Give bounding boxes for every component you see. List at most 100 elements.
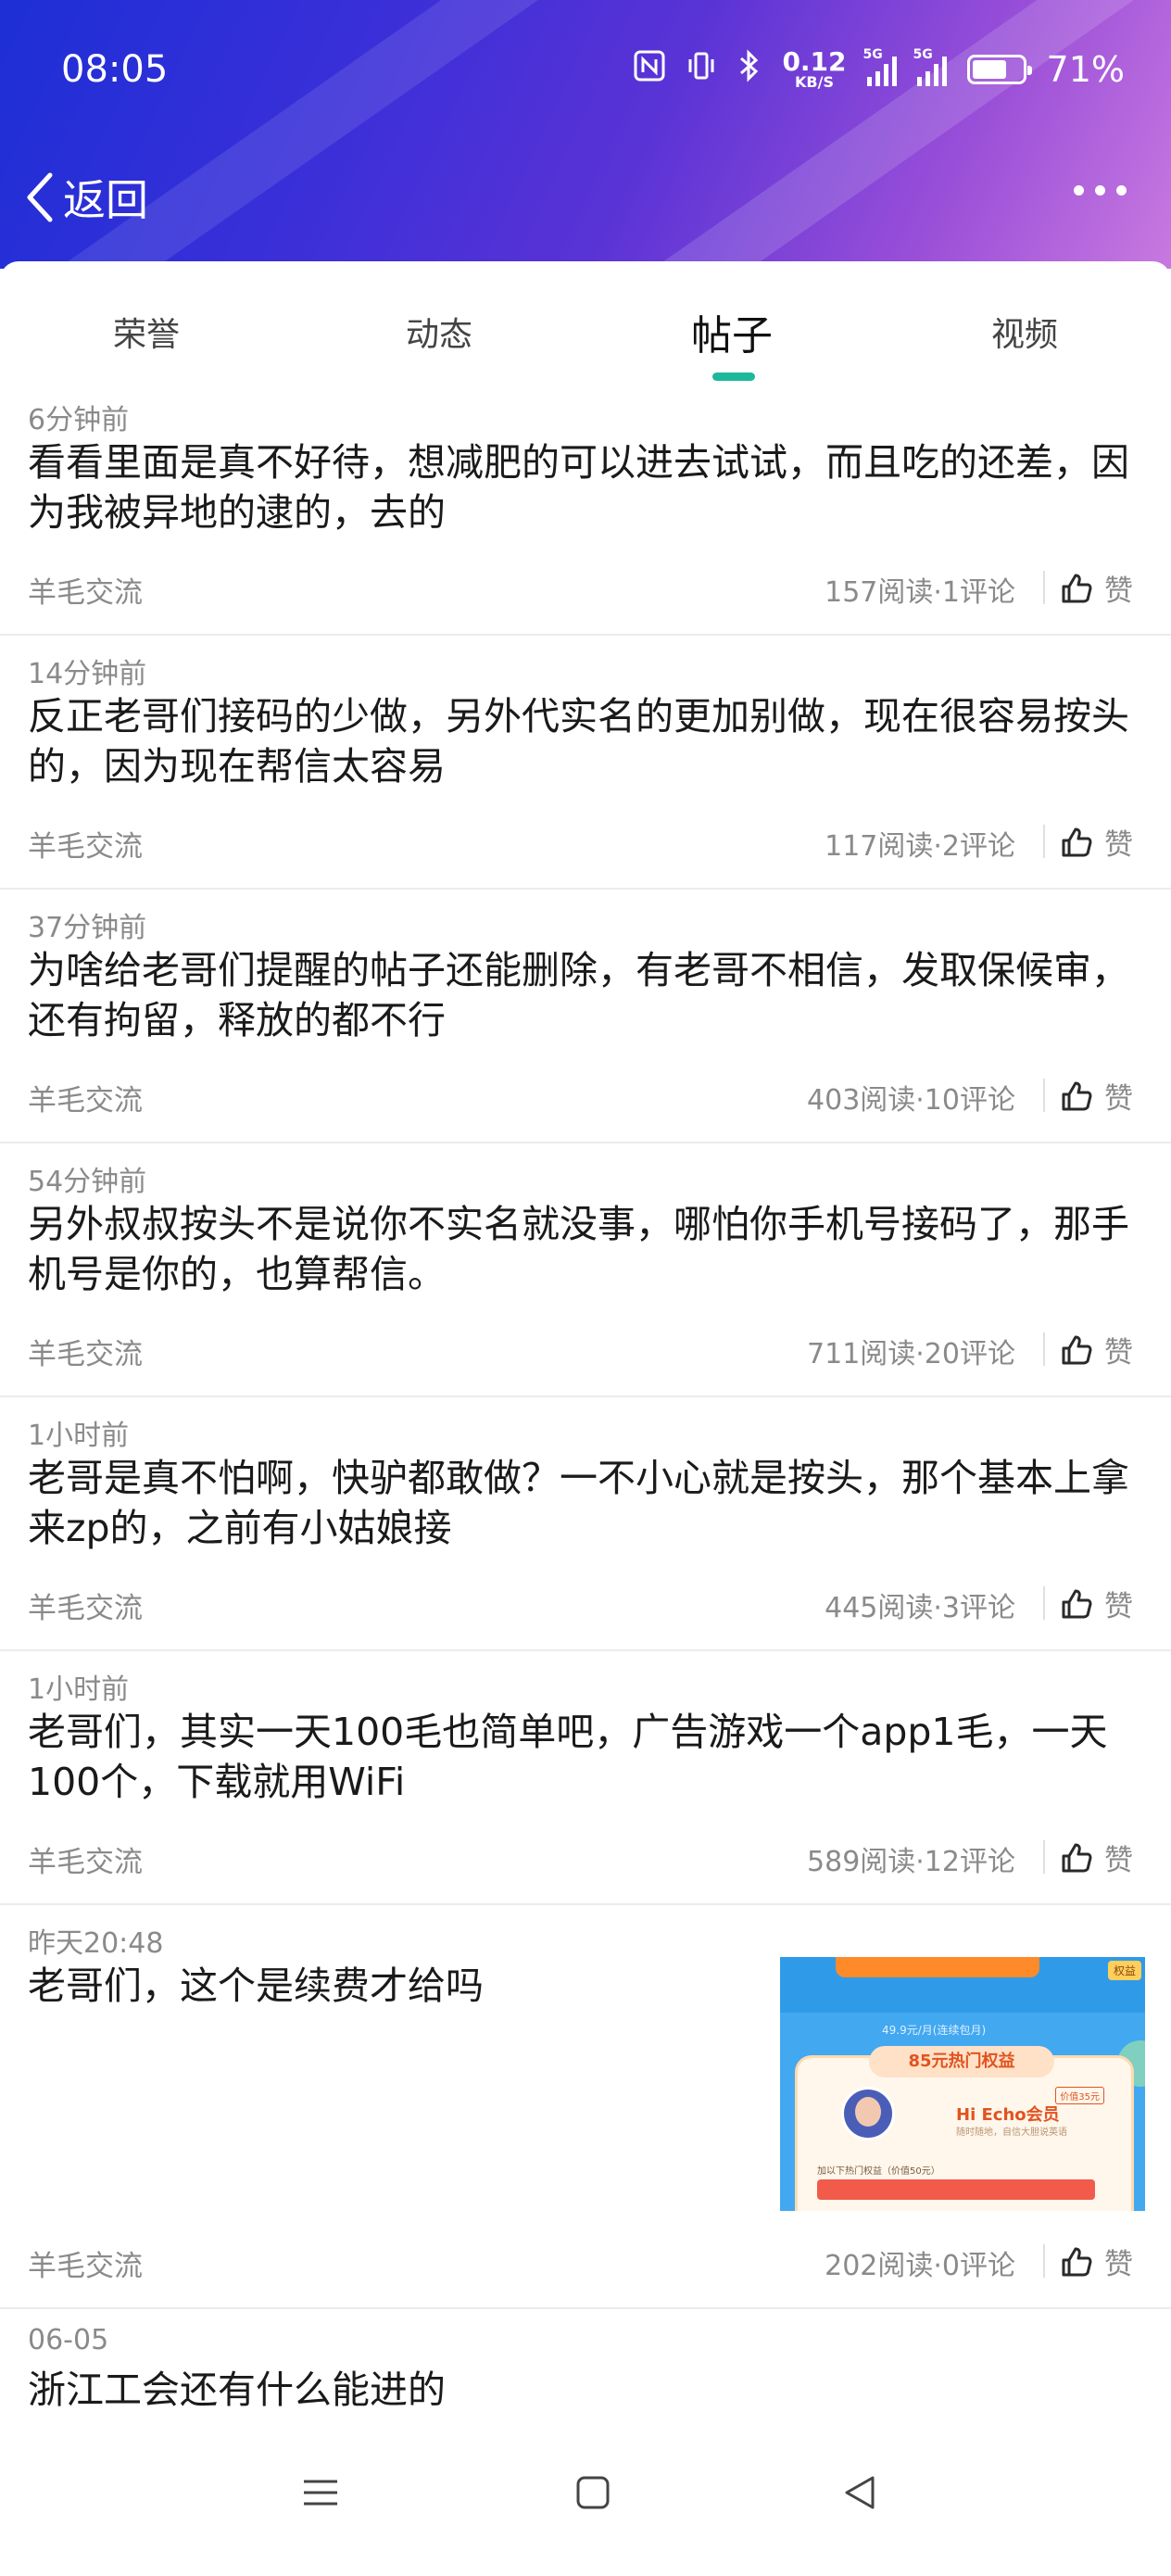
divider: [1043, 1586, 1045, 1620]
post-thumbnail[interactable]: 权益 49.9元/月(连续包月) 85元热门权益 Hi Echo会员 随时随地，…: [780, 1957, 1145, 2211]
post-category[interactable]: 羊毛交流: [28, 1077, 143, 1118]
tab-posts[interactable]: 帖子: [639, 302, 825, 361]
post-item[interactable]: 54分钟前 另外叔叔按头不是说你不实名就没事，哪怕你手机号接码了，那手机号是你的…: [0, 1143, 1171, 1397]
system-nav-bar: [0, 2446, 1171, 2539]
signal-icon: 5G: [863, 47, 897, 86]
back-label: 返回: [63, 175, 148, 225]
post-item[interactable]: 1小时前 老哥是真不怕啊，快驴都敢做？一不小心就是按头，那个基本上拿来zp的，之…: [0, 1397, 1171, 1651]
main-content: 荣誉 动态 帖子 视频 6分钟前 看看里面是真不好待，想减肥的可以进去试试，而且…: [0, 261, 1171, 2576]
like-button[interactable]: 赞: [1060, 567, 1133, 609]
thumb-line: 加以下热门权益（价值50元）: [817, 2166, 940, 2177]
post-title: 另外叔叔按头不是说你不实名就没事，哪怕你手机号接码了，那手机号是你的，也算帮信。: [28, 1202, 1129, 1296]
post-category[interactable]: 羊毛交流: [28, 2242, 143, 2284]
thumb-pill: 85元热门权益: [869, 2046, 1054, 2077]
home-button[interactable]: [574, 2474, 611, 2515]
back-triangle-icon: [845, 2476, 875, 2509]
battery-percent: 71%: [1046, 49, 1125, 90]
more-button[interactable]: [1074, 185, 1127, 196]
thumb-price: 49.9元/月(连续包月): [882, 2024, 987, 2037]
post-stats: 157阅读·1评论: [825, 576, 1015, 609]
net-speed: 0.12 KB/S: [782, 49, 846, 90]
post-category[interactable]: 羊毛交流: [28, 1585, 143, 1626]
like-label: 赞: [1104, 1590, 1133, 1623]
sim2-tag: 5G: [913, 47, 933, 62]
post-stats: 117阅读·2评论: [825, 830, 1015, 863]
like-button[interactable]: 赞: [1060, 821, 1133, 863]
tab-videos[interactable]: 视频: [932, 308, 1117, 356]
nav-row: 返回: [0, 158, 1171, 241]
post-title: 为啥给老哥们提醒的帖子还能删除，有老哥不相信，发取保候审，还有拘留，释放的都不行: [28, 948, 1129, 1042]
thumbs-up-icon: [1062, 1843, 1092, 1872]
home-icon: [576, 2476, 610, 2509]
thumb-card-sub: 随时随地，自信大胆说英语: [956, 2128, 1067, 2138]
post-time: 14分钟前: [28, 658, 147, 690]
post-stats: 202阅读·0评论: [825, 2250, 1015, 2282]
post-time: 37分钟前: [28, 912, 147, 944]
thumbs-up-icon: [1062, 1081, 1092, 1110]
chevron-left-icon: [27, 172, 53, 222]
like-label: 赞: [1104, 828, 1133, 862]
thumbs-up-icon: [1062, 574, 1092, 602]
thumb-card-title: Hi Echo会员: [956, 2105, 1060, 2125]
net-speed-value: 0.12: [782, 46, 847, 77]
more-dots-icon: [1116, 185, 1127, 196]
post-item[interactable]: 1小时前 老哥们，其实一天100毛也简单吧，广告游戏一个app1毛，一天100个…: [0, 1651, 1171, 1905]
divider: [1043, 1840, 1045, 1874]
like-button[interactable]: 赞: [1060, 1583, 1133, 1624]
post-category[interactable]: 羊毛交流: [28, 1838, 143, 1880]
more-dots-icon: [1095, 185, 1105, 196]
post-category[interactable]: 羊毛交流: [28, 1331, 143, 1372]
tab-activity[interactable]: 动态: [346, 308, 532, 356]
post-category[interactable]: 羊毛交流: [28, 569, 143, 611]
menu-icon: [304, 2480, 337, 2506]
battery-icon: [966, 55, 1032, 84]
post-title: 浙江工会还有什么能进的: [28, 2368, 446, 2412]
post-time: 6分钟前: [28, 404, 130, 436]
post-item[interactable]: 37分钟前 为啥给老哥们提醒的帖子还能删除，有老哥不相信，发取保候审，还有拘留，…: [0, 890, 1171, 1143]
post-category[interactable]: 羊毛交流: [28, 823, 143, 865]
post-time: 1小时前: [28, 1673, 130, 1706]
thumbs-up-icon: [1062, 1589, 1092, 1618]
back-nav-button[interactable]: [841, 2474, 878, 2515]
thumbs-up-icon: [1062, 827, 1092, 856]
post-stats: 589阅读·12评论: [807, 1846, 1015, 1878]
tab-indicator: [712, 373, 755, 381]
like-button[interactable]: 赞: [1060, 1329, 1133, 1370]
status-bar: 08:05 0.12 KB/S 5G 5G 71%: [0, 37, 1171, 102]
thumb-redbar: [817, 2179, 1095, 2200]
divider: [1043, 1332, 1045, 1366]
like-label: 赞: [1104, 1082, 1133, 1116]
divider: [1043, 1079, 1045, 1112]
post-time: 54分钟前: [28, 1166, 147, 1198]
thumbs-up-icon: [1062, 2247, 1092, 2276]
post-stats: 445阅读·3评论: [825, 1592, 1015, 1624]
status-icons: 0.12 KB/S 5G 5G 71%: [634, 47, 1125, 91]
post-time: 1小时前: [28, 1420, 130, 1452]
back-button[interactable]: 返回: [26, 167, 148, 228]
post-item[interactable]: 昨天20:48 老哥们，这个是续费才给吗 权益 49.9元/月(连续包月) 85…: [0, 1905, 1171, 2309]
battery-fill: [972, 60, 1007, 79]
signal-icon: 5G: [913, 47, 947, 86]
menu-button[interactable]: [302, 2474, 339, 2515]
like-button[interactable]: 赞: [1060, 2241, 1133, 2282]
nfc-icon: [634, 50, 665, 90]
tab-honor[interactable]: 荣誉: [54, 308, 239, 356]
like-button[interactable]: 赞: [1060, 1837, 1133, 1878]
post-time: 06-05: [28, 2324, 109, 2356]
post-title: 老哥是真不怕啊，快驴都敢做？一不小心就是按头，那个基本上拿来zp的，之前有小姑娘…: [28, 1456, 1129, 1550]
thumb-badge: 权益: [1107, 1961, 1141, 1980]
post-item[interactable]: 14分钟前 反正老哥们接码的少做，另外代实名的更加别做，现在很容易按头的，因为现…: [0, 636, 1171, 890]
thumb-banner: [836, 1957, 1039, 1977]
like-button[interactable]: 赞: [1060, 1075, 1133, 1117]
post-time: 昨天20:48: [28, 1927, 164, 1960]
post-stats: 711阅读·20评论: [807, 1338, 1015, 1370]
like-label: 赞: [1104, 1336, 1133, 1370]
header: 08:05 0.12 KB/S 5G 5G 71% 返回: [0, 0, 1171, 269]
net-speed-unit: KB/S: [795, 73, 834, 91]
post-item[interactable]: 6分钟前 看看里面是真不好待，想减肥的可以进去试试，而且吃的还差，因为我被异地的…: [0, 382, 1171, 636]
more-dots-icon: [1074, 185, 1084, 196]
like-label: 赞: [1104, 2248, 1133, 2281]
thumb-avatar: [841, 2087, 895, 2140]
like-label: 赞: [1104, 575, 1133, 608]
divider: [1043, 825, 1045, 858]
